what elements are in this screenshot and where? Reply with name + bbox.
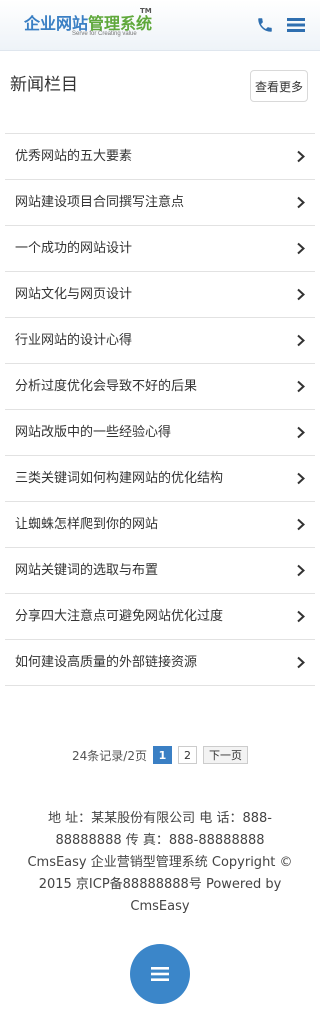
news-item-title[interactable]: 分析过度优化会导致不好的后果 <box>15 364 197 409</box>
news-item-title[interactable]: 行业网站的设计心得 <box>15 318 132 363</box>
chevron-right-icon <box>297 196 305 209</box>
news-item-title[interactable]: 网站改版中的一些经验心得 <box>15 410 171 455</box>
news-item[interactable]: 优秀网站的五大要素 <box>5 134 315 180</box>
chevron-right-icon <box>297 656 305 669</box>
news-item[interactable]: 一个成功的网站设计 <box>5 226 315 272</box>
chevron-right-icon <box>297 610 305 623</box>
page-2-button[interactable]: 2 <box>177 746 197 764</box>
news-item-title[interactable]: 分享四大注意点可避免网站优化过度 <box>15 594 223 639</box>
news-item-title[interactable]: 网站关键词的选取与布置 <box>15 548 158 593</box>
news-item-title[interactable]: 让蜘蛛怎样爬到你的网站 <box>15 502 158 547</box>
chevron-right-icon <box>297 426 305 439</box>
news-item-title[interactable]: 三类关键词如何构建网站的优化结构 <box>15 456 223 501</box>
logo-tagline: Serve for Creating value <box>72 31 137 37</box>
menu-icon <box>151 967 169 981</box>
news-item[interactable]: 网站建设项目合同撰写注意点 <box>5 180 315 226</box>
pagination: 24条记录/2页 1 2 下一页 <box>0 746 320 766</box>
chevron-right-icon <box>297 150 305 163</box>
news-item[interactable]: 行业网站的设计心得 <box>5 318 315 364</box>
news-item[interactable]: 分享四大注意点可避免网站优化过度 <box>5 594 315 640</box>
chevron-right-icon <box>297 518 305 531</box>
pagination-summary: 24条记录/2页 <box>72 748 147 763</box>
news-item-title[interactable]: 网站建设项目合同撰写注意点 <box>15 180 184 225</box>
footer: 地 址：某某股份有限公司 电 话：888-88888888 传 真：888-88… <box>20 808 300 918</box>
footer-contact: 地 址：某某股份有限公司 电 话：888-88888888 传 真：888-88… <box>48 811 272 848</box>
news-item[interactable]: 网站改版中的一些经验心得 <box>5 410 315 456</box>
chevron-right-icon <box>297 380 305 393</box>
page-1-button[interactable]: 1 <box>152 746 172 764</box>
chevron-right-icon <box>297 472 305 485</box>
section-title: 新闻栏目 <box>10 75 78 95</box>
footer-copyright: CmsEasy 企业营销型管理系统 Copyright © 2015 京ICP备… <box>27 855 293 914</box>
header: 企业网站管理系统 TM Serve for Creating value <box>0 0 320 51</box>
chevron-right-icon <box>297 564 305 577</box>
chevron-right-icon <box>297 288 305 301</box>
news-item-title[interactable]: 一个成功的网站设计 <box>15 226 132 271</box>
news-item[interactable]: 网站关键词的选取与布置 <box>5 548 315 594</box>
news-item[interactable]: 分析过度优化会导致不好的后果 <box>5 364 315 410</box>
chevron-right-icon <box>297 334 305 347</box>
news-item[interactable]: 让蜘蛛怎样爬到你的网站 <box>5 502 315 548</box>
menu-icon[interactable] <box>287 16 305 34</box>
phone-icon[interactable] <box>256 16 274 34</box>
news-list: 优秀网站的五大要素 网站建设项目合同撰写注意点 一个成功的网站设计 网站文化与网… <box>5 133 315 686</box>
more-button[interactable]: 查看更多 <box>250 70 308 102</box>
news-item-title[interactable]: 网站文化与网页设计 <box>15 272 132 317</box>
logo[interactable]: 企业网站管理系统 TM Serve for Creating value <box>24 7 154 42</box>
news-item-title[interactable]: 优秀网站的五大要素 <box>15 134 132 179</box>
news-item[interactable]: 三类关键词如何构建网站的优化结构 <box>5 456 315 502</box>
logo-tm: TM <box>140 7 152 15</box>
chevron-right-icon <box>297 242 305 255</box>
next-page-button[interactable]: 下一页 <box>202 746 248 764</box>
news-item[interactable]: 如何建设高质量的外部链接资源 <box>5 640 315 686</box>
news-item-title[interactable]: 如何建设高质量的外部链接资源 <box>15 640 197 685</box>
floating-menu-button[interactable] <box>130 944 190 1004</box>
news-item[interactable]: 网站文化与网页设计 <box>5 272 315 318</box>
